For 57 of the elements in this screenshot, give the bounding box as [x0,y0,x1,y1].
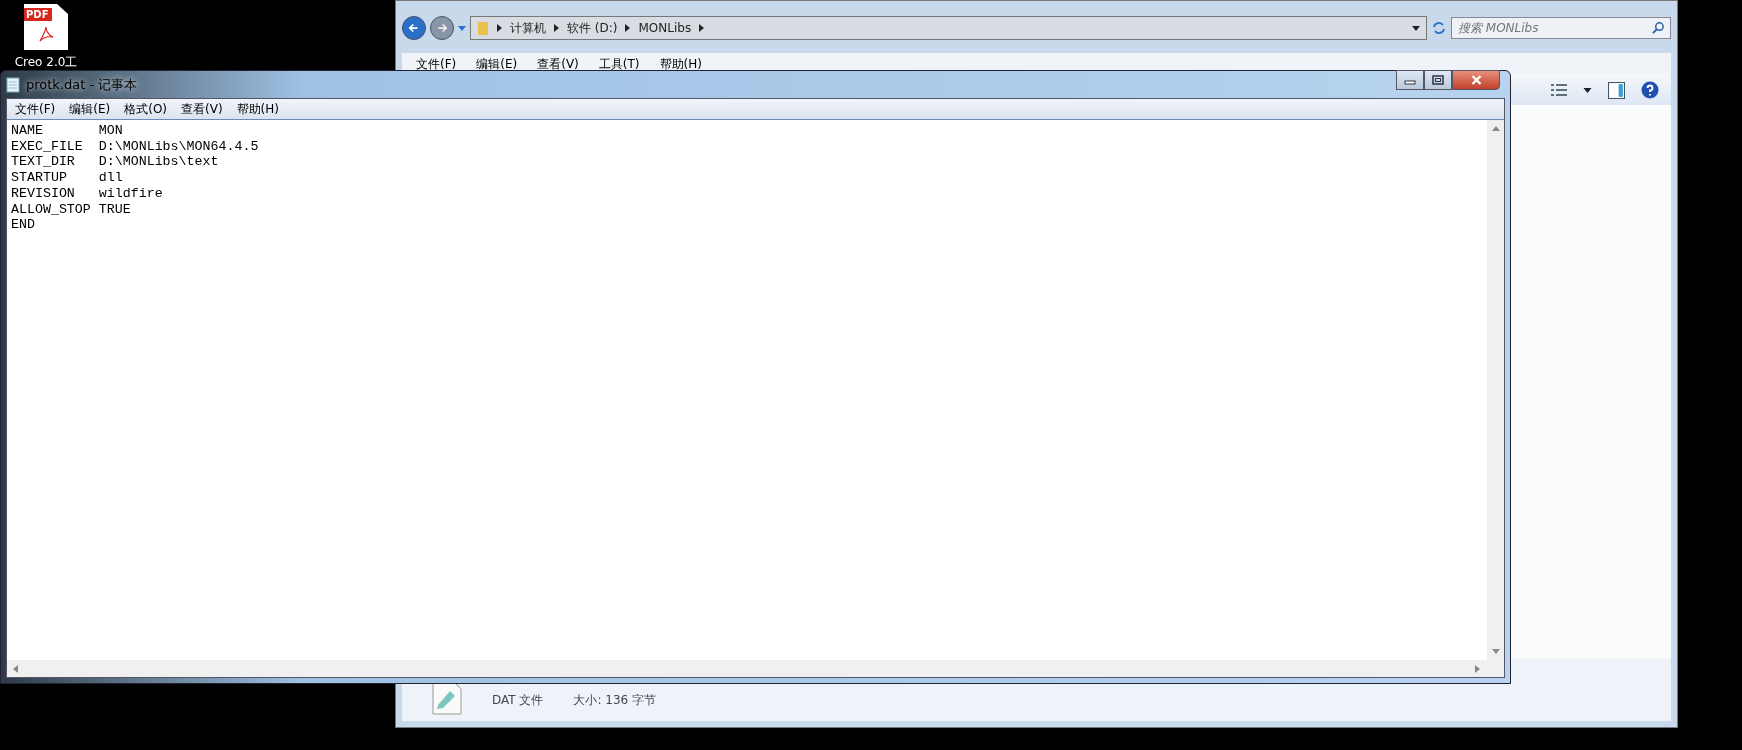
menu-item[interactable]: 编辑(E) [69,100,111,118]
menu-item[interactable]: 格式(O) [124,100,168,118]
menu-item[interactable]: 文件(F) [15,100,56,118]
minimize-button[interactable] [1396,70,1424,90]
scroll-left-icon[interactable] [13,664,18,673]
dropdown-icon[interactable] [1412,25,1420,31]
close-button[interactable] [1452,70,1500,90]
window-title: protk.dat - 记事本 [26,75,138,94]
notepad-icon [6,76,20,93]
breadcrumb-item[interactable]: 软件 (D:) [567,19,618,37]
back-button[interactable] [402,16,426,40]
chevron-icon[interactable] [497,24,502,32]
breadcrumb-item[interactable]: 计算机 [510,19,546,37]
breadcrumb-item[interactable]: MONLibs [638,21,692,35]
text-line: NAME MON [11,123,124,139]
search-icon[interactable] [1652,21,1665,34]
menu-item[interactable]: 帮助(H) [236,100,279,118]
scroll-down-icon[interactable] [1491,649,1500,654]
vertical-scrollbar[interactable] [1487,120,1504,660]
menu-item[interactable]: 工具(T) [598,55,640,73]
text-line: ALLOW_STOP TRUE [11,201,132,218]
folder-icon [477,20,489,36]
close-icon [1469,75,1483,85]
text-line: REVISION wildfire [11,185,164,202]
chevron-icon[interactable] [554,24,559,32]
scroll-right-icon[interactable] [1475,664,1480,673]
pdf-badge: PDF [22,8,53,21]
menu-item[interactable]: 编辑(E) [476,55,518,73]
refresh-icon[interactable] [1431,20,1447,36]
arrow-left-icon [407,21,421,35]
menu-item[interactable]: 帮助(H) [659,55,702,73]
text-line: TEXT_DIR D:\MONLibs\text [11,154,220,171]
file-type: DAT 文件 [492,693,544,707]
text-line: EXEC_FILE D:\MONLibs\MON64.4.5 [11,138,260,155]
text-line: END [11,217,36,233]
menu-item[interactable]: 查看(V) [537,55,579,73]
chevron-icon[interactable] [625,24,631,32]
text-line: STARTUP dll [11,170,124,186]
desktop-icon-label[interactable]: Creo 2.0工 [14,54,78,71]
address-bar[interactable]: 计算机 软件 (D:) MONLibs [470,16,1427,40]
menu-item[interactable]: 查看(V) [181,100,223,118]
view-options-icon[interactable] [1551,84,1567,96]
maximize-button[interactable] [1424,70,1452,90]
file-icon [432,681,462,715]
forward-button[interactable] [430,16,454,40]
horizontal-scrollbar[interactable] [7,660,1504,677]
pdf-file-icon[interactable]: PDF [24,4,68,50]
menu-item[interactable]: 文件(F) [416,55,457,73]
chevron-icon[interactable] [699,24,705,32]
maximize-icon [1432,75,1444,85]
scroll-up-icon[interactable] [1491,126,1500,131]
text-area[interactable]: NAME MON EXEC_FILE D:\MONLibs\MON64.4.5 TEXT_DIR D:\MONLibs\text STARTUP dll REVISION wildfire ALLOW_STOP TRUE END [7,120,1487,660]
dropdown-icon[interactable] [1583,87,1592,93]
file-size: 大小: 136 字节 [573,693,657,707]
help-icon[interactable] [1641,81,1659,99]
preview-pane-icon[interactable] [1608,81,1625,99]
search-field[interactable]: 搜索 MONLibs [1451,17,1671,39]
